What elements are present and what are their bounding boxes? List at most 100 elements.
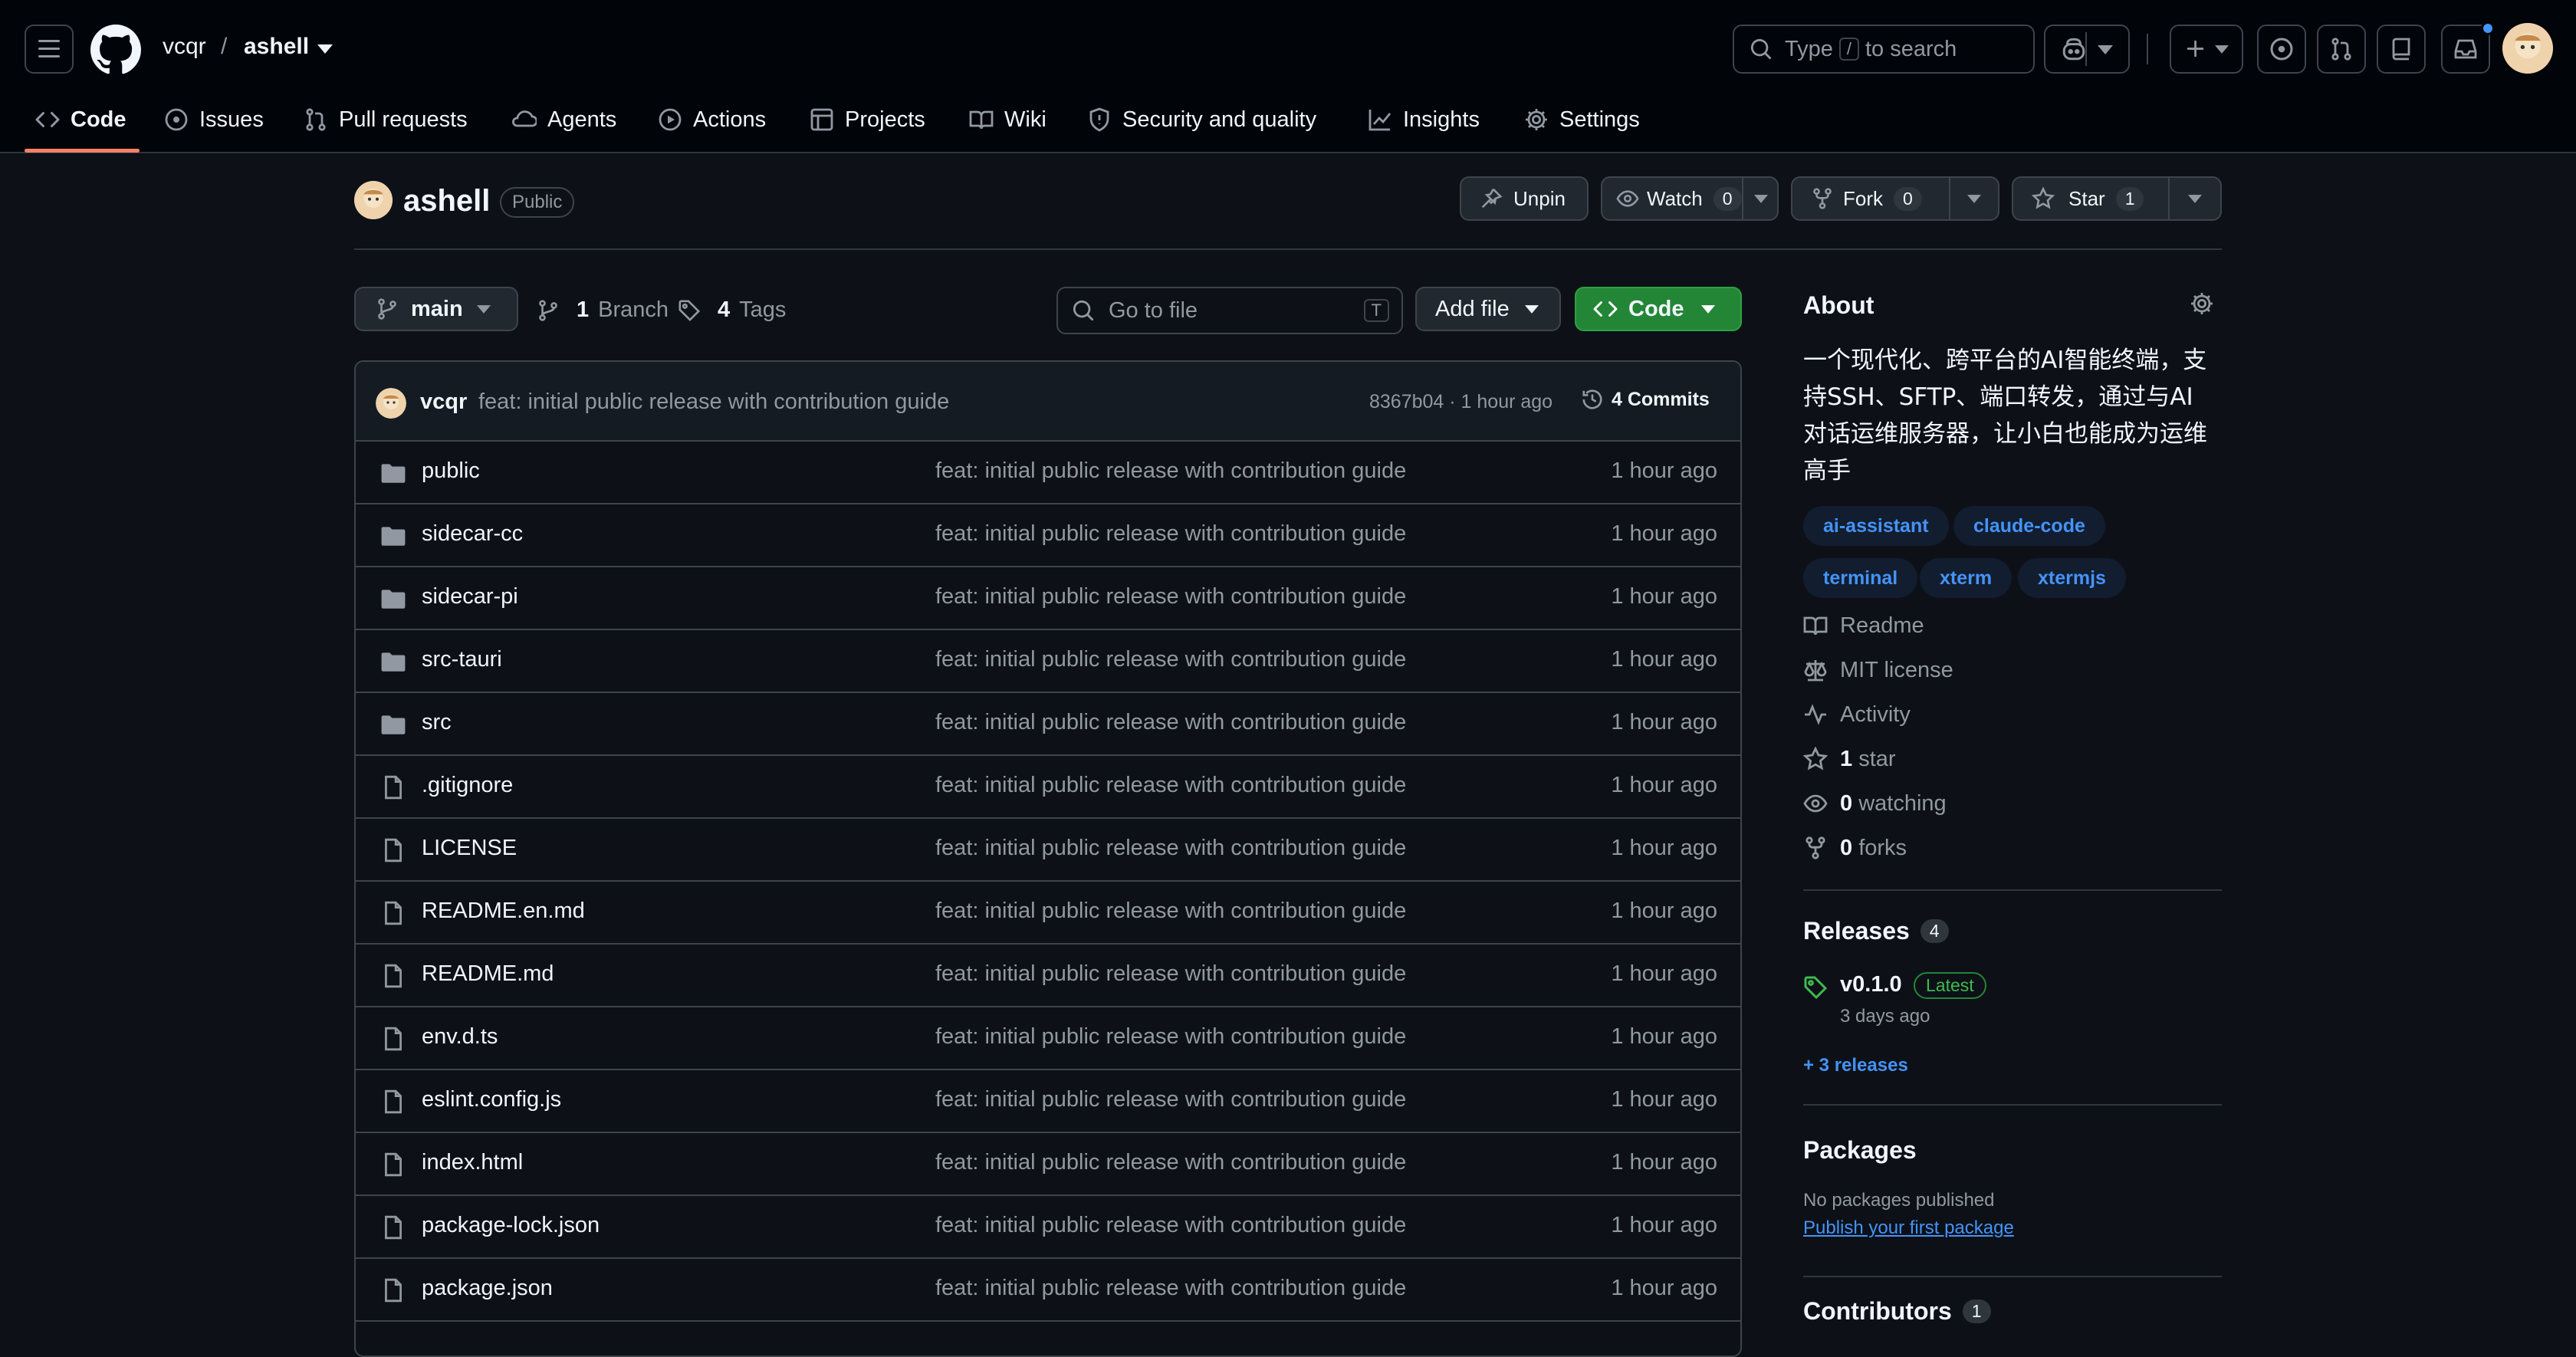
file-name[interactable]: sidecar-cc xyxy=(422,521,523,547)
file-name[interactable]: README.en.md xyxy=(422,899,585,924)
topic-tag[interactable]: terminal xyxy=(1803,558,1918,598)
file-commit-message[interactable]: feat: initial public release with contri… xyxy=(935,1213,1406,1238)
tab-pull-requests[interactable]: Pull requests xyxy=(304,101,468,138)
readme-link[interactable]: Readme xyxy=(1803,610,1924,641)
file-row[interactable]: .gitignore feat: initial public release w… xyxy=(356,756,1740,819)
unpin-button[interactable]: Unpin xyxy=(1460,176,1589,221)
tab-settings[interactable]: Settings xyxy=(1524,101,1640,138)
create-new-button[interactable] xyxy=(2170,25,2243,74)
tab-code[interactable]: Code xyxy=(35,101,127,138)
license-link[interactable]: MIT license xyxy=(1803,655,1953,685)
file-row[interactable]: src feat: initial public release with con… xyxy=(356,693,1740,756)
file-row[interactable]: README.en.md feat: initial public release… xyxy=(356,882,1740,945)
more-releases-link[interactable]: + 3 releases xyxy=(1803,1055,1908,1076)
file-commit-message[interactable]: feat: initial public release with contri… xyxy=(935,836,1406,861)
commit-author-avatar[interactable] xyxy=(376,388,406,419)
contributors-header[interactable]: Contributors 1 xyxy=(1803,1297,1991,1326)
repo-owner-avatar[interactable] xyxy=(354,181,393,219)
file-row[interactable]: LICENSE feat: initial public release with… xyxy=(356,819,1740,882)
gear-icon[interactable] xyxy=(2190,291,2214,316)
file-commit-message[interactable]: feat: initial public release with contri… xyxy=(935,647,1406,672)
commit-sha-time[interactable]: 8367b04 · 1 hour ago xyxy=(1369,391,1552,413)
file-commit-message[interactable]: feat: initial public release with contri… xyxy=(935,710,1406,735)
chevron-down-icon[interactable] xyxy=(317,44,333,55)
tab-wiki[interactable]: Wiki xyxy=(969,101,1046,138)
code-button[interactable]: Code xyxy=(1575,287,1742,331)
tab-security[interactable]: Security and quality xyxy=(1087,101,1316,138)
menu-button[interactable] xyxy=(25,25,74,74)
publish-package-link[interactable]: Publish your first package xyxy=(1803,1217,2014,1239)
tags-link[interactable]: 4 Tags xyxy=(678,297,786,323)
chevron-down-icon[interactable] xyxy=(2188,195,2202,203)
releases-header[interactable]: Releases 4 xyxy=(1803,917,1949,945)
file-name[interactable]: .gitignore xyxy=(422,773,513,798)
file-row[interactable]: public feat: initial public release with … xyxy=(356,442,1740,504)
file-name[interactable]: index.html xyxy=(422,1150,523,1175)
breadcrumb-owner[interactable]: vcqr xyxy=(163,34,206,60)
file-row[interactable]: src-tauri feat: initial public release wi… xyxy=(356,630,1740,693)
file-name[interactable]: src xyxy=(422,710,452,735)
commit-message[interactable]: feat: initial public release with contri… xyxy=(478,389,949,415)
commits-link[interactable]: 4 Commits xyxy=(1581,388,1710,411)
file-commit-message[interactable]: feat: initial public release with contri… xyxy=(935,773,1406,798)
tab-actions[interactable]: Actions xyxy=(658,101,766,138)
file-row[interactable]: sidecar-pi feat: initial public release w… xyxy=(356,567,1740,630)
file-row[interactable]: README.md feat: initial public release wi… xyxy=(356,945,1740,1007)
file-name[interactable]: LICENSE xyxy=(422,836,517,861)
file-name[interactable]: package.json xyxy=(422,1276,553,1301)
chevron-down-icon[interactable] xyxy=(1967,195,1981,203)
breadcrumb-repo[interactable]: ashell xyxy=(244,34,309,60)
tab-insights[interactable]: Insights xyxy=(1368,101,1480,138)
file-row[interactable]: package-lock.json feat: initial public re… xyxy=(356,1196,1740,1259)
pull-requests-shortcut-button[interactable] xyxy=(2317,25,2366,74)
search-input[interactable]: Type / to search xyxy=(1733,25,2035,74)
repo-title[interactable]: ashell xyxy=(403,184,490,219)
topic-tag[interactable]: ai-assistant xyxy=(1803,506,1949,546)
go-to-file-input[interactable]: Go to file T xyxy=(1056,287,1403,334)
file-commit-message[interactable]: feat: initial public release with contri… xyxy=(935,1087,1406,1112)
file-commit-message[interactable]: feat: initial public release with contri… xyxy=(935,899,1406,924)
file-commit-message[interactable]: feat: initial public release with contri… xyxy=(935,458,1406,484)
branches-link[interactable]: 1 Branch xyxy=(537,297,669,323)
file-row[interactable]: package.json feat: initial public release… xyxy=(356,1259,1740,1322)
repositories-shortcut-button[interactable] xyxy=(2377,25,2426,74)
file-name[interactable]: env.d.ts xyxy=(422,1024,498,1050)
issues-shortcut-button[interactable] xyxy=(2257,25,2306,74)
commit-author[interactable]: vcqr xyxy=(420,389,467,415)
activity-link[interactable]: Activity xyxy=(1803,699,1911,730)
file-row[interactable]: sidecar-cc feat: initial public release w… xyxy=(356,504,1740,567)
stars-link[interactable]: 1 star xyxy=(1803,744,1896,774)
file-row[interactable]: env.d.ts feat: initial public release wit… xyxy=(356,1007,1740,1070)
fork-button[interactable]: Fork 0 xyxy=(1791,176,1999,221)
topic-tag[interactable]: xterm xyxy=(1920,558,2013,598)
github-logo-icon[interactable] xyxy=(90,25,141,75)
file-name[interactable]: src-tauri xyxy=(422,647,502,672)
file-commit-message[interactable]: feat: initial public release with contri… xyxy=(935,961,1406,987)
file-name[interactable]: README.md xyxy=(422,961,554,987)
packages-title[interactable]: Packages xyxy=(1803,1136,1917,1165)
file-row[interactable]: eslint.config.js feat: initial public rel… xyxy=(356,1070,1740,1133)
chevron-down-icon[interactable] xyxy=(1754,195,1768,203)
file-commit-message[interactable]: feat: initial public release with contri… xyxy=(935,521,1406,547)
copilot-button[interactable] xyxy=(2044,25,2130,74)
watch-button[interactable]: Watch 0 xyxy=(1601,176,1779,221)
file-commit-message[interactable]: feat: initial public release with contri… xyxy=(935,584,1406,610)
tab-projects[interactable]: Projects xyxy=(810,101,925,138)
file-commit-message[interactable]: feat: initial public release with contri… xyxy=(935,1150,1406,1175)
file-name[interactable]: public xyxy=(422,458,480,484)
watchers-link[interactable]: 0 watching xyxy=(1803,788,1947,819)
forks-link[interactable]: 0 forks xyxy=(1803,833,1907,863)
topic-tag[interactable]: claude-code xyxy=(1953,506,2105,546)
add-file-button[interactable]: Add file xyxy=(1415,287,1561,331)
file-name[interactable]: package-lock.json xyxy=(422,1213,600,1238)
tab-agents[interactable]: Agents xyxy=(512,101,616,138)
tab-issues[interactable]: Issues xyxy=(164,101,264,138)
file-name[interactable]: sidecar-pi xyxy=(422,584,518,610)
file-row[interactable]: index.html feat: initial public release w… xyxy=(356,1133,1740,1196)
file-name[interactable]: eslint.config.js xyxy=(422,1087,561,1112)
latest-release-version[interactable]: v0.1.0 xyxy=(1840,972,1902,997)
topic-tag[interactable]: xtermjs xyxy=(2018,558,2126,598)
star-button[interactable]: Star 1 xyxy=(2012,176,2222,221)
branch-selector[interactable]: main xyxy=(354,287,518,331)
user-avatar[interactable] xyxy=(2502,23,2553,74)
